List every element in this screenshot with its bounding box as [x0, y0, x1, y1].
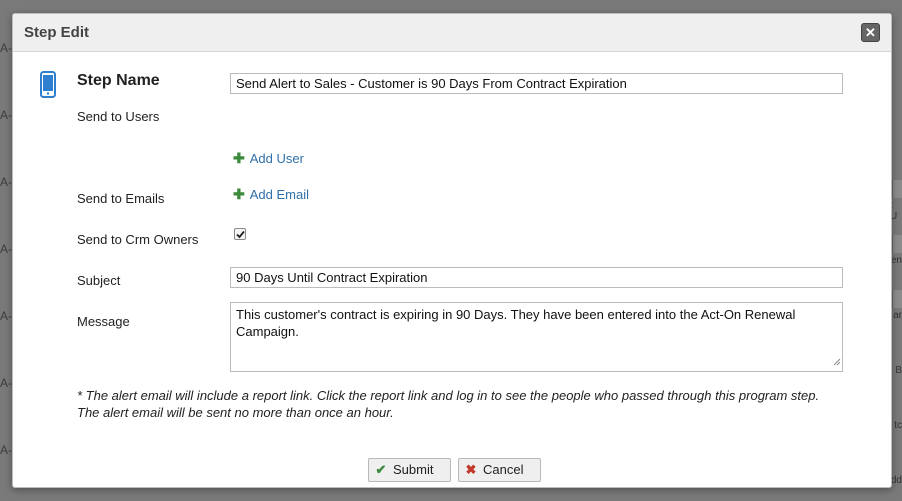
plus-icon: ✚ [233, 150, 245, 166]
add-email-label: Add Email [249, 187, 309, 202]
cancel-label: Cancel [483, 462, 524, 477]
mobile-phone-icon [40, 71, 56, 103]
subject-input[interactable]: 90 Days Until Contract Expiration [230, 267, 843, 288]
background-text: A- [0, 443, 12, 457]
close-button[interactable]: ✕ [861, 23, 880, 42]
note-line-1: * The alert email will include a report … [77, 388, 820, 403]
message-textarea[interactable]: This customer's contract is expiring in … [230, 302, 843, 372]
background-text: A- [0, 41, 12, 55]
background-text: B [895, 365, 902, 376]
send-to-crm-owners-checkbox[interactable] [234, 228, 246, 240]
checkmark-icon [236, 230, 245, 239]
background-fragment [892, 235, 902, 253]
step-name-input[interactable]: Send Alert to Sales - Customer is 90 Day… [230, 73, 843, 94]
note-line-2: The alert email will be sent no more tha… [77, 405, 394, 420]
checkmark-icon: ✔ [375, 462, 387, 477]
add-user-link[interactable]: ✚ Add User [233, 150, 304, 167]
send-to-emails-label: Send to Emails [77, 191, 165, 206]
background-text: A- [0, 309, 12, 323]
close-icon: ✖ [465, 462, 477, 477]
background-fragment [892, 290, 902, 308]
send-to-crm-owners-label: Send to Crm Owners [77, 232, 199, 247]
background-text: A- [0, 175, 12, 189]
background-text: en [890, 255, 902, 266]
dialog-header: Step Edit ✕ [13, 14, 891, 52]
add-user-label: Add User [249, 151, 304, 166]
background-text: A- [0, 242, 12, 256]
close-icon: ✕ [865, 25, 876, 40]
submit-button[interactable]: ✔ Submit [368, 458, 451, 482]
background-text: A- [0, 376, 12, 390]
message-label: Message [77, 314, 130, 329]
submit-label: Submit [393, 462, 434, 477]
send-to-users-label: Send to Users [77, 109, 160, 124]
add-email-link[interactable]: ✚ Add Email [233, 186, 309, 203]
message-text: This customer's contract is expiring in … [236, 307, 796, 339]
cancel-button[interactable]: ✖ Cancel [458, 458, 541, 482]
alert-email-note: * The alert email will include a report … [77, 387, 819, 421]
background-text: dd [890, 475, 902, 486]
resize-grip-icon[interactable] [833, 353, 841, 370]
background-left-strip: A- A- A- A- A- A- A- [0, 0, 12, 501]
background-text: ar [893, 310, 902, 321]
dialog-title: Step Edit [24, 24, 90, 41]
background-text: A- [0, 108, 12, 122]
step-edit-dialog: Step Edit ✕ Step Name Send Alert to Sale… [12, 13, 892, 488]
background-text: tc [894, 420, 902, 431]
step-name-label: Step Name [77, 72, 160, 89]
subject-label: Subject [77, 273, 121, 288]
plus-icon: ✚ [233, 186, 245, 202]
background-fragment [892, 180, 902, 198]
